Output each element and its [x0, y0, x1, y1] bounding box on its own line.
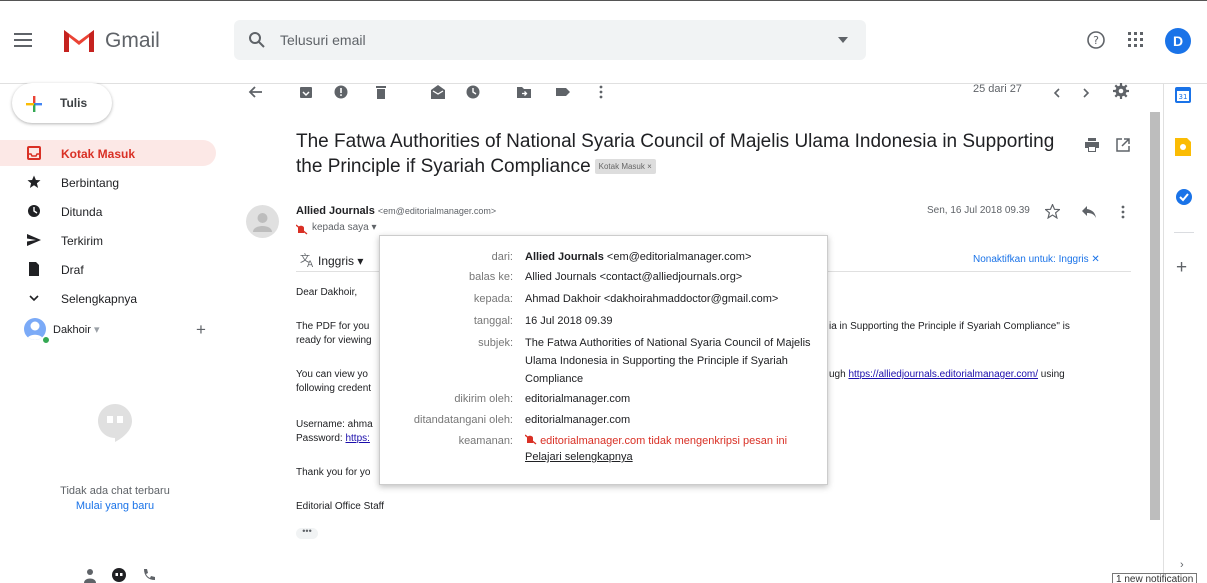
sender-avatar	[246, 205, 279, 238]
translate-icon: 文A	[300, 252, 316, 268]
show-trimmed-content-button[interactable]: •••	[296, 527, 318, 539]
get-addons-icon[interactable]: +	[1176, 257, 1187, 279]
gmail-logo-text[interactable]: Gmail	[105, 29, 160, 53]
disable-translate-link[interactable]: Nonaktifkan untuk: Inggris ✕	[973, 254, 1100, 265]
message-count: 25 dari 27	[973, 83, 1022, 95]
move-to-icon[interactable]	[516, 84, 532, 100]
calendar-icon[interactable]: 31	[1175, 85, 1195, 105]
email-subject: The Fatwa Authorities of National Syaria…	[296, 131, 1055, 177]
phone-icon[interactable]	[142, 568, 156, 583]
back-arrow-icon[interactable]	[248, 84, 264, 100]
compose-plus-icon[interactable]	[26, 96, 42, 112]
sender-details-popup: dari: Allied Journals <em@editorialmanag…	[379, 235, 828, 485]
contacts-icon[interactable]	[84, 568, 96, 583]
search-icon[interactable]	[248, 31, 266, 49]
inbox-icon	[27, 146, 41, 160]
not-encrypted-icon	[525, 434, 537, 445]
snooze-clock-icon[interactable]	[465, 84, 481, 100]
archive-icon[interactable]	[298, 84, 314, 100]
svg-text:?: ?	[1093, 34, 1099, 47]
draft-icon	[27, 262, 41, 276]
gmail-logo-icon[interactable]	[62, 26, 96, 54]
sidebar-item-label: Draf	[61, 263, 84, 277]
star-icon[interactable]	[1045, 204, 1060, 219]
sidebar-item-label: Ditunda	[61, 205, 103, 219]
sender-name[interactable]: Allied Journals <em@editorialmanager.com…	[296, 205, 496, 217]
no-chat-text: Tidak ada chat terbaru	[60, 485, 170, 497]
hangouts-bubble-icon	[98, 404, 132, 442]
sidebar-item-label: Selengkapnya	[61, 292, 138, 306]
report-spam-icon[interactable]	[333, 84, 349, 100]
settings-gear-icon[interactable]	[1113, 83, 1129, 99]
svg-text:31: 31	[1179, 93, 1188, 101]
sidebar-item-label: Berbintang	[61, 176, 120, 190]
more-options-icon[interactable]	[593, 84, 609, 100]
svg-text:A: A	[307, 260, 314, 268]
translate-language-dropdown[interactable]: Inggris ▾	[318, 254, 363, 268]
body-paragraph: ia in Supporting the Principle if Syaria…	[829, 321, 1070, 332]
body-paragraph: ugh https://alliedjournals.editorialmana…	[829, 369, 1065, 380]
inbox-label-chip[interactable]: Kotak Masuk ×	[594, 159, 656, 174]
search-input[interactable]	[280, 31, 800, 49]
mark-unread-icon[interactable]	[430, 84, 446, 100]
tasks-icon[interactable]	[1175, 188, 1195, 208]
expand-panel-chevron-icon[interactable]: ›	[1180, 559, 1184, 571]
chevron-down-icon	[27, 291, 41, 305]
send-icon	[27, 233, 41, 247]
body-signature: Editorial Office Staff	[296, 501, 385, 512]
help-icon[interactable]: ?	[1086, 30, 1106, 50]
side-panel	[1163, 84, 1207, 583]
rail-divider	[1174, 232, 1194, 233]
label-icon[interactable]	[555, 84, 571, 100]
editorial-manager-link[interactable]: https://alliedjournals.editorialmanager.…	[848, 369, 1038, 380]
reply-icon[interactable]	[1082, 206, 1096, 218]
print-icon[interactable]	[1085, 138, 1099, 152]
older-chevron-right-icon[interactable]	[1078, 85, 1094, 101]
search-options-chevron-icon[interactable]	[838, 37, 848, 43]
apps-grid-icon[interactable]	[1127, 31, 1145, 49]
learn-more-link[interactable]: Pelajari selengkapnya	[525, 451, 633, 463]
newer-chevron-left-icon[interactable]	[1049, 85, 1065, 101]
more-options-icon[interactable]	[1116, 204, 1130, 220]
main-menu-icon[interactable]	[14, 32, 34, 48]
star-icon	[27, 175, 41, 189]
not-encrypted-icon	[296, 224, 308, 235]
start-new-chat-link[interactable]: Mulai yang baru	[0, 500, 230, 512]
recipient-details-toggle[interactable]: kepada saya ▾	[312, 222, 377, 233]
sidebar-item-label: Kotak Masuk	[61, 147, 136, 161]
compose-label[interactable]: Tulis	[60, 96, 87, 110]
delete-icon[interactable]	[373, 84, 389, 100]
scrollbar[interactable]	[1150, 112, 1160, 520]
open-new-window-icon[interactable]	[1116, 138, 1130, 152]
clock-icon	[27, 204, 41, 218]
email-date: Sen, 16 Jul 2018 09.39	[927, 205, 1030, 216]
hangouts-icon[interactable]	[112, 568, 126, 583]
sidebar-item-label: Terkirim	[61, 234, 103, 248]
notification-toast[interactable]: 1 new notification	[1112, 573, 1198, 583]
online-status-dot	[42, 336, 50, 344]
keep-icon[interactable]	[1175, 138, 1195, 158]
password-link[interactable]: https:	[345, 433, 369, 444]
add-chat-icon[interactable]: +	[196, 320, 206, 340]
account-avatar[interactable]: D	[1165, 28, 1191, 54]
hangouts-user-name[interactable]: Dakhoir ▾	[53, 323, 100, 336]
